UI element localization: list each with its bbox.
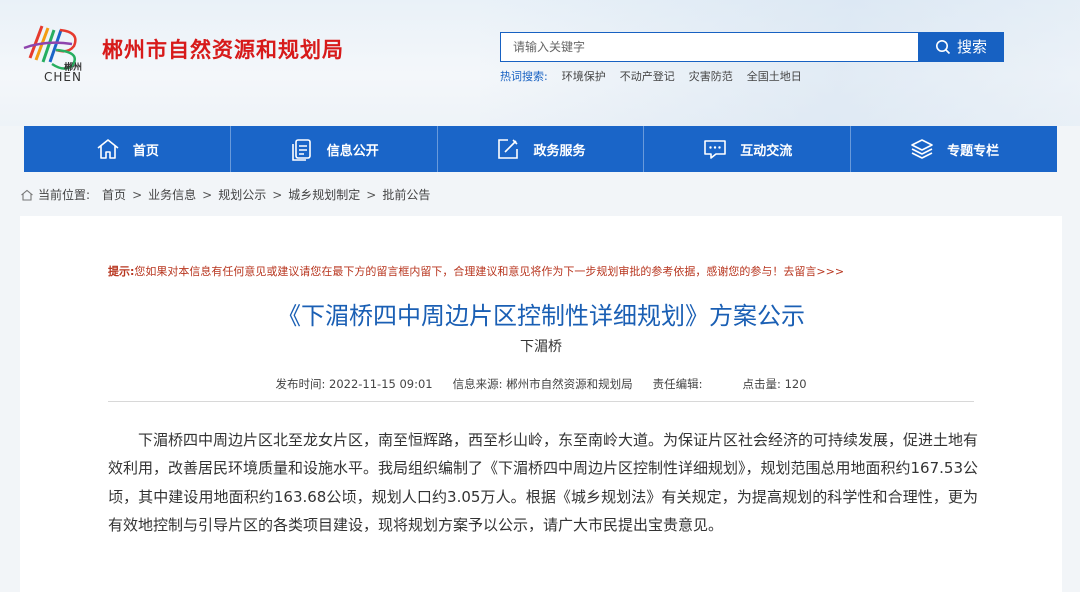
- breadcrumb-separator: >: [132, 187, 143, 202]
- nav-item-label: 首页: [132, 143, 159, 159]
- logo-text-bottom: CHEN: [44, 70, 82, 84]
- article-subtitle: 下湄桥: [520, 339, 562, 355]
- publish-time: 发布时间: 2022-11-15 09:01: [275, 377, 433, 391]
- search-button-label: 搜索: [956, 38, 987, 56]
- document-icon: [291, 139, 311, 161]
- nav-item-services[interactable]: 政务服务: [438, 126, 645, 172]
- breadcrumb-link[interactable]: 批前公告: [382, 186, 430, 203]
- breadcrumb-link[interactable]: 城乡规划制定: [288, 186, 360, 203]
- breadcrumb-prefix: 当前位置:: [38, 188, 91, 202]
- hot-word-link[interactable]: 灾害防范: [689, 68, 733, 84]
- tip-label: 提示:: [108, 265, 135, 278]
- main-nav: 首页 信息公开 政务服务 互动交流 专题专栏: [24, 126, 1057, 172]
- home-icon: [21, 189, 33, 201]
- hot-word-link[interactable]: 不动产登记: [620, 68, 675, 84]
- breadcrumb-link[interactable]: 规划公示: [218, 186, 266, 203]
- search-button[interactable]: 搜索: [918, 32, 1004, 62]
- breadcrumb-separator: >: [272, 187, 283, 202]
- site-title[interactable]: 郴州市自然资源和规划局: [102, 34, 344, 64]
- nav-item-label: 专题专栏: [947, 143, 1000, 159]
- article-title: 《下湄桥四中周边片区控制性详细规划》方案公示: [277, 302, 805, 330]
- breadcrumb-separator: >: [366, 187, 377, 202]
- nav-item-topics[interactable]: 专题专栏: [851, 126, 1057, 172]
- breadcrumb-link[interactable]: 首页: [102, 186, 126, 203]
- nav-item-label: 信息公开: [326, 143, 379, 159]
- info-source: 信息来源: 郴州市自然资源和规划局: [452, 377, 633, 391]
- search-icon: [935, 40, 951, 55]
- breadcrumb-link[interactable]: 业务信息: [148, 186, 196, 203]
- nav-item-label: 政务服务: [533, 143, 586, 159]
- hot-search-label: 热词搜索:: [500, 70, 548, 83]
- tip-text[interactable]: 您如果对本信息有任何意见或建议请您在最下方的留言框内留下，合理建议和意见将作为下…: [134, 265, 844, 278]
- site-logo[interactable]: 郴州 CHEN: [16, 18, 96, 86]
- article-body: 下湄桥四中周边片区北至龙女片区，南至恒辉路，西至杉山岭，东至南岭大道。为保证片区…: [108, 431, 979, 535]
- chat-icon: [704, 140, 727, 159]
- breadcrumb-separator: >: [202, 187, 213, 202]
- article-card: 提示:您如果对本信息有任何意见或建议请您在最下方的留言框内留下，合理建议和意见将…: [20, 216, 1062, 592]
- nav-item-label: 互动交流: [740, 143, 793, 159]
- hot-word-link[interactable]: 全国土地日: [747, 68, 802, 84]
- edit-icon: [498, 139, 519, 159]
- hot-word-link[interactable]: 环境保护: [562, 68, 606, 84]
- editor: 责任编辑:: [652, 377, 703, 391]
- hot-search-bar: 热词搜索: 环境保护 不动产登记 灾害防范 全国土地日: [500, 68, 802, 84]
- breadcrumb: 当前位置: 首页 > 业务信息 > 规划公示 > 城乡规划制定 > 批前公告: [20, 186, 430, 203]
- layers-icon: [911, 139, 933, 159]
- click-count: 点击量: 120: [742, 377, 807, 391]
- nav-item-interaction[interactable]: 互动交流: [644, 126, 852, 172]
- search-input[interactable]: 请输入关键字: [500, 32, 920, 62]
- nav-item-home[interactable]: 首页: [24, 126, 231, 172]
- article-meta: 发布时间: 2022-11-15 09:01 信息来源: 郴州市自然资源和规划局…: [20, 376, 1062, 392]
- home-icon: [97, 139, 119, 159]
- comment-tip: 提示:您如果对本信息有任何意见或建议请您在最下方的留言框内留下，合理建议和意见将…: [108, 263, 844, 279]
- nav-item-info[interactable]: 信息公开: [231, 126, 438, 172]
- meta-divider: [108, 401, 974, 402]
